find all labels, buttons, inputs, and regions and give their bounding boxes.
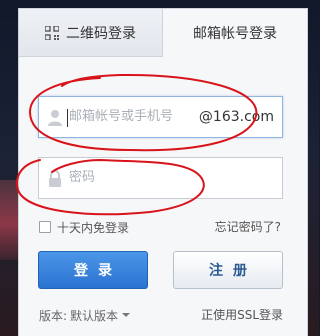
remember-label: 十天内免登录 bbox=[57, 220, 130, 235]
username-field[interactable]: 邮箱帐号或手机号 @163.com bbox=[38, 96, 283, 138]
forgot-password-link[interactable]: 忘记密码了? bbox=[215, 219, 281, 235]
text-cursor bbox=[67, 109, 68, 127]
username-placeholder: 邮箱帐号或手机号 bbox=[69, 109, 174, 124]
tab-qr-label: 二维码登录 bbox=[66, 25, 136, 42]
chevron-down-icon bbox=[122, 313, 131, 317]
login-tabs: 二维码登录 邮箱帐号登录 bbox=[19, 9, 307, 57]
version-value[interactable]: 默认版本 bbox=[70, 307, 118, 324]
lock-icon bbox=[49, 170, 61, 187]
user-icon bbox=[48, 110, 62, 126]
domain-suffix: @163.com bbox=[198, 109, 274, 125]
ssl-login-link[interactable]: 正使用SSL登录 bbox=[201, 307, 283, 323]
password-placeholder: 密码 bbox=[69, 170, 96, 185]
password-field[interactable]: 密码 bbox=[38, 157, 283, 199]
version-selector[interactable]: 版本: 默认版本 bbox=[39, 307, 131, 324]
qr-code-icon bbox=[45, 25, 59, 40]
version-label: 版本: bbox=[39, 308, 68, 323]
remember-me[interactable]: 十天内免登录 bbox=[39, 219, 129, 235]
register-button[interactable]: 注册 bbox=[173, 251, 283, 289]
login-button[interactable]: 登录 bbox=[38, 251, 148, 289]
remember-checkbox[interactable] bbox=[39, 221, 51, 233]
tab-mail-login[interactable]: 邮箱帐号登录 bbox=[163, 9, 307, 57]
tab-mail-label: 邮箱帐号登录 bbox=[193, 26, 277, 42]
login-panel: 二维码登录 邮箱帐号登录 邮箱帐号或手机号 @163.com 密码 十天内免登录… bbox=[18, 8, 308, 336]
tab-qr-login[interactable]: 二维码登录 bbox=[19, 9, 163, 57]
